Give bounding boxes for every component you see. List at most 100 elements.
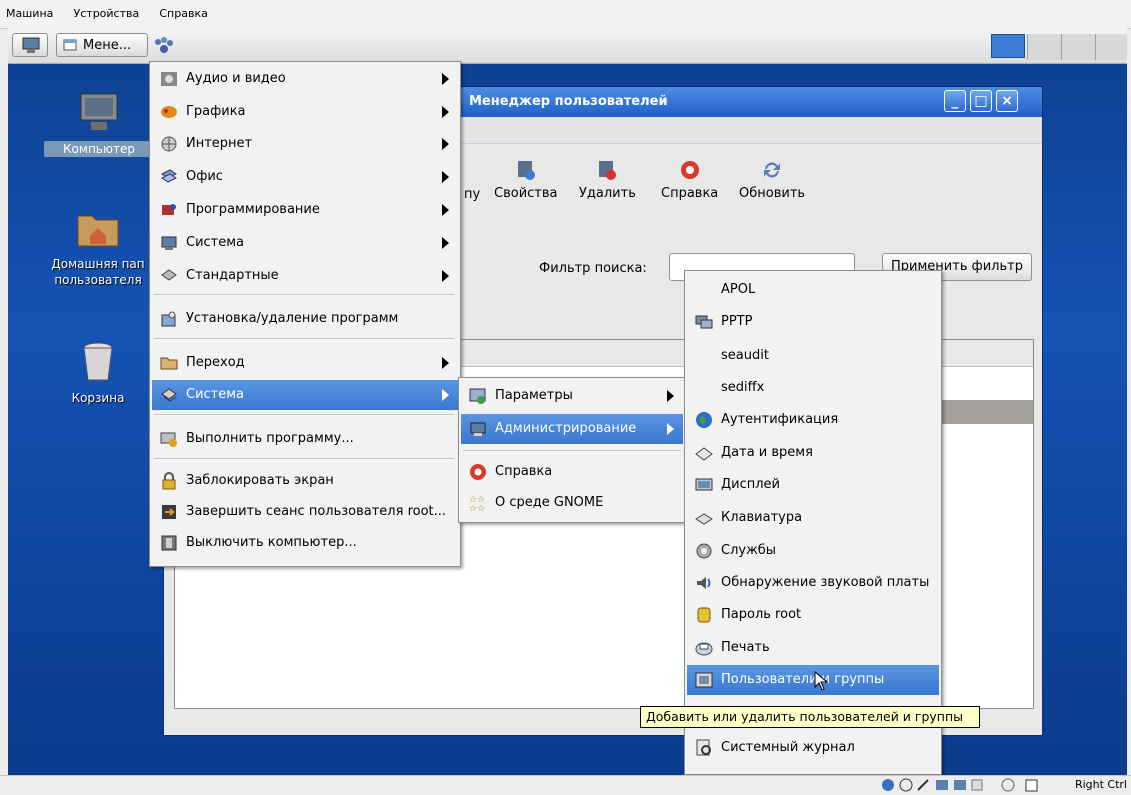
network-icon	[161, 136, 177, 152]
home-folder-icon	[77, 215, 119, 247]
properties-label: Свойства	[494, 186, 558, 201]
lock-icon	[162, 472, 176, 490]
preferences-icon	[469, 388, 486, 404]
system-icon	[161, 388, 177, 402]
desktop-icon-computer[interactable]: Компьютер	[44, 90, 154, 157]
menu-item-sediffx[interactable]: sediffx	[687, 373, 939, 403]
logout-icon	[162, 505, 176, 519]
menu-item-root-password[interactable]: Пароль root	[687, 600, 939, 630]
printer-icon	[695, 642, 713, 656]
properties-icon	[517, 161, 535, 180]
menu-item-office[interactable]: Офис	[152, 162, 458, 192]
delete-button[interactable]: Удалить	[579, 159, 636, 201]
calendar-icon	[695, 447, 713, 461]
menu-item-programming[interactable]: Программирование	[152, 195, 458, 225]
menu-separator	[463, 450, 681, 451]
menu-item-internet[interactable]: Интернет	[152, 129, 458, 159]
refresh-button[interactable]: Обновить	[739, 159, 805, 201]
menu-separator	[154, 458, 454, 459]
desktop-icon-trash[interactable]: Корзина	[53, 340, 143, 405]
menu-item-help[interactable]: Справка	[461, 457, 683, 487]
palette-icon	[161, 106, 177, 118]
log-viewer-icon	[696, 739, 711, 756]
taskbar-menu-button[interactable]: Мене...	[56, 33, 148, 57]
maximize-button[interactable]: □	[970, 90, 992, 112]
menu-item-preferences[interactable]: Параметры	[461, 381, 683, 411]
menu-item-accessories[interactable]: Стандартные	[152, 261, 458, 291]
host-menu-help[interactable]: Справка	[159, 7, 207, 20]
run-program-icon	[160, 432, 177, 447]
filter-label: Фильтр поиска:	[539, 261, 647, 276]
menu-item-users-groups[interactable]: Пользователи и группы	[687, 665, 939, 695]
menu-item-shutdown[interactable]: Выключить компьютер...	[152, 528, 458, 558]
menu-item-system[interactable]: Система	[152, 380, 458, 410]
menu-item-audio-video[interactable]: Аудио и видео	[152, 64, 458, 94]
folder-icon	[160, 357, 178, 370]
desktop-icon-label: Домашняя пап	[51, 257, 145, 271]
menu-item-seaudit[interactable]: seaudit	[687, 341, 939, 371]
key-icon	[697, 607, 711, 623]
workspace-4[interactable]	[1095, 34, 1127, 60]
menu-separator	[154, 338, 454, 339]
menu-item-display[interactable]: Дисплей	[687, 470, 939, 500]
properties-button[interactable]: Свойства	[494, 159, 558, 201]
workspace-1[interactable]	[991, 34, 1025, 58]
menu-item-keyboard[interactable]: Клавиатура	[687, 503, 939, 533]
gear-icon	[696, 543, 712, 559]
menu-item-date-time[interactable]: Дата и время	[687, 438, 939, 468]
shutdown-icon	[161, 535, 177, 551]
host-menu-machine[interactable]: Машина	[6, 7, 53, 20]
host-status-bar: Right Ctrl	[0, 775, 1131, 795]
menu-item-apol[interactable]: APOL	[687, 275, 939, 305]
globe-icon	[696, 412, 712, 428]
menu-item-pptp[interactable]: PPTP	[687, 307, 939, 337]
tooltip: Добавить или удалить пользователей и гру…	[640, 706, 980, 728]
host-menu-devices[interactable]: Устройства	[74, 7, 140, 20]
accessories-icon	[161, 269, 177, 281]
window-icon	[63, 39, 77, 51]
keyboard-icon	[695, 513, 713, 525]
menu-item-sound-detection[interactable]: Обнаружение звуковой платы	[687, 568, 939, 598]
display-icon	[695, 478, 713, 491]
menu-item-services[interactable]: Службы	[687, 536, 939, 566]
menu-item-about-gnome[interactable]: ☆☆ ☆☆ О среде GNOME	[461, 488, 683, 518]
menu-item-printing[interactable]: Печать	[687, 633, 939, 663]
menu-item-administration[interactable]: Администрирование	[461, 414, 683, 444]
computer-icon	[80, 93, 118, 130]
desktop-icon-label: Компьютер	[44, 141, 154, 157]
refresh-label: Обновить	[739, 186, 806, 201]
toolbar-partial-label[interactable]: пу	[464, 187, 480, 202]
menu-item-add-remove[interactable]: Установка/удаление программ	[152, 304, 458, 334]
svg-text:☆☆: ☆☆	[469, 504, 485, 512]
multimedia-icon	[161, 72, 177, 86]
speaker-icon	[697, 577, 711, 589]
administration-submenu: APOL PPTP seaudit sediffx Аутентификация…	[684, 270, 942, 775]
lifebuoy-icon	[470, 464, 486, 480]
menu-item-lock-screen[interactable]: Заблокировать экран	[152, 466, 458, 496]
minimize-button[interactable]: _	[944, 90, 966, 112]
menu-item-authentication[interactable]: Аутентификация	[687, 405, 939, 435]
menu-separator	[154, 294, 454, 295]
window-title: Менеджер пользователей	[469, 94, 668, 109]
workspace-3[interactable]	[1061, 34, 1095, 60]
desktop-icon-label: пользователя	[54, 273, 142, 287]
menu-item-logout[interactable]: Завершить сеанс пользователя root...	[152, 497, 458, 527]
workspace-2[interactable]	[1027, 34, 1061, 60]
desktop-icon-home[interactable]: Домашняя пап пользователя	[38, 206, 158, 287]
help-button[interactable]: Справка	[661, 159, 718, 201]
menu-item-system-log[interactable]: Системный журнал	[687, 733, 939, 763]
host-key-label: Right Ctrl	[1074, 778, 1127, 791]
menu-item-places[interactable]: Переход	[152, 348, 458, 378]
menu-item-system-category[interactable]: Система	[152, 228, 458, 258]
desktop-icon-label: Корзина	[71, 391, 125, 405]
mouse-cursor-icon	[814, 671, 828, 691]
taskbar-menu-label: Мене...	[83, 38, 132, 53]
menu-item-run[interactable]: Выполнить программу...	[152, 424, 458, 454]
menu-separator	[154, 414, 454, 415]
main-menu: Аудио и видео Графика Интернет Офис Прог…	[149, 61, 461, 567]
close-button[interactable]: ×	[996, 90, 1018, 112]
menu-item-graphics[interactable]: Графика	[152, 97, 458, 127]
main-menu-launcher[interactable]	[12, 33, 48, 57]
gnome-foot-icon[interactable]	[152, 35, 176, 55]
delete-user-icon	[599, 161, 617, 180]
